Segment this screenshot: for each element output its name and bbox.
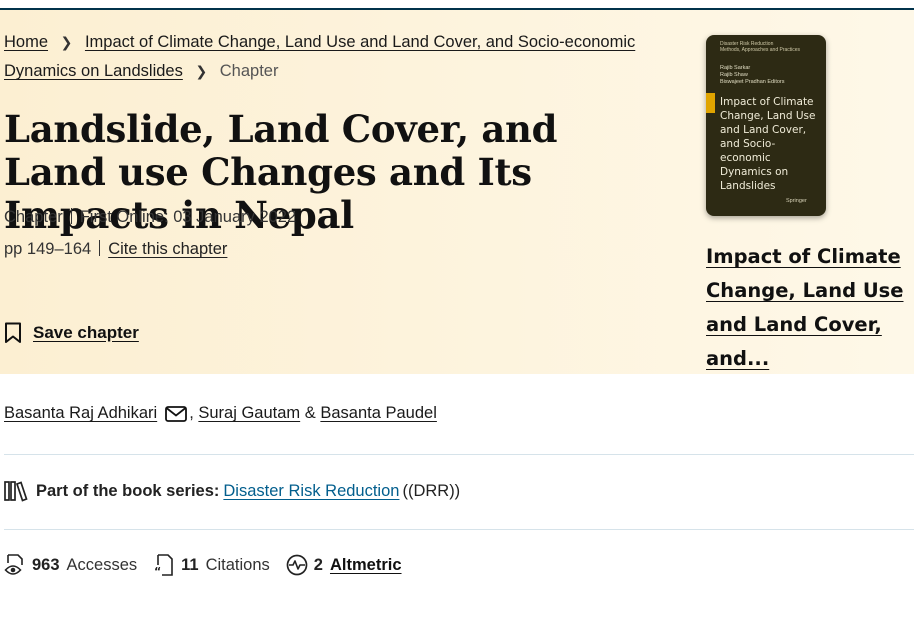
- divider: [70, 208, 72, 224]
- citations-label: Citations: [205, 555, 270, 574]
- breadcrumb: Home ❯ Impact of Climate Change, Land Us…: [4, 28, 654, 86]
- save-chapter-button[interactable]: Save chapter: [4, 322, 139, 344]
- author-link[interactable]: Basanta Raj Adhikari: [4, 404, 157, 423]
- author-link[interactable]: Suraj Gautam: [198, 404, 300, 423]
- divider: [4, 529, 914, 530]
- save-chapter-label: Save chapter: [33, 323, 139, 342]
- author-separator: &: [304, 404, 316, 422]
- book-title-link[interactable]: Impact of Climate Change, Land Use and L…: [706, 240, 914, 376]
- svg-text:“: “: [154, 565, 161, 577]
- first-online-date: First Online: 03 January 2022: [79, 208, 297, 226]
- accesses-metric: 963 Accesses: [4, 553, 137, 577]
- cover-editors: Rajib Sarkar Rajib Shaw Biswajeet Pradha…: [720, 65, 785, 85]
- cover-title: Impact of Climate Change, Land Use and L…: [720, 96, 816, 192]
- citations-count: 11: [181, 555, 199, 574]
- altmetric-icon: [286, 554, 308, 576]
- bookmark-icon: [5, 322, 21, 343]
- envelope-icon[interactable]: [165, 405, 188, 422]
- series-abbr: ((DRR)): [402, 481, 461, 500]
- altmetric-count: 2: [313, 555, 323, 574]
- metrics-row: 963 Accesses “ 11 Citations 2 Altmetric: [4, 553, 418, 577]
- cover-series: Disaster Risk Reduction Methods, Approac…: [720, 41, 801, 53]
- breadcrumb-current: Chapter: [219, 62, 279, 80]
- chapter-meta: Chapter First Online: 03 January 2022: [4, 208, 296, 227]
- chevron-right-icon: ❯: [195, 63, 208, 79]
- book-series-row: Part of the book series: Disaster Risk R…: [4, 480, 460, 502]
- breadcrumb-book[interactable]: Impact of Climate Change, Land Use and L…: [4, 33, 635, 80]
- breadcrumb-home[interactable]: Home: [4, 33, 48, 51]
- cite-chapter-link[interactable]: Cite this chapter: [108, 240, 227, 258]
- accesses-label: Accesses: [66, 555, 138, 574]
- citation-icon: “: [154, 554, 173, 577]
- altmetric-link[interactable]: Altmetric: [330, 556, 402, 575]
- book-cover[interactable]: Disaster Risk Reduction Methods, Approac…: [706, 35, 826, 216]
- content-type: Chapter: [4, 208, 63, 226]
- cover-publisher: Springer: [786, 198, 807, 204]
- chevron-right-icon: ❯: [60, 34, 73, 50]
- author-separator: ,: [189, 404, 194, 422]
- accesses-count: 963: [32, 555, 60, 574]
- eye-icon: [4, 554, 23, 575]
- divider: [99, 240, 101, 256]
- divider: [4, 454, 914, 455]
- altmetric-metric: 2 Altmetric: [286, 553, 402, 577]
- author-list: Basanta Raj Adhikari , Suraj Gautam & Ba…: [4, 404, 437, 423]
- series-link[interactable]: Disaster Risk Reduction: [223, 482, 399, 501]
- series-label: Part of the book series:: [36, 481, 220, 500]
- author-link[interactable]: Basanta Paudel: [320, 404, 437, 423]
- citations-metric: “ 11 Citations: [153, 553, 270, 577]
- cover-accent-bar: [706, 93, 715, 113]
- page-range: pp 149–164: [4, 240, 92, 258]
- chapter-pages-row: pp 149–164 Cite this chapter: [4, 240, 227, 259]
- books-icon: [4, 481, 28, 502]
- top-border: [0, 0, 914, 10]
